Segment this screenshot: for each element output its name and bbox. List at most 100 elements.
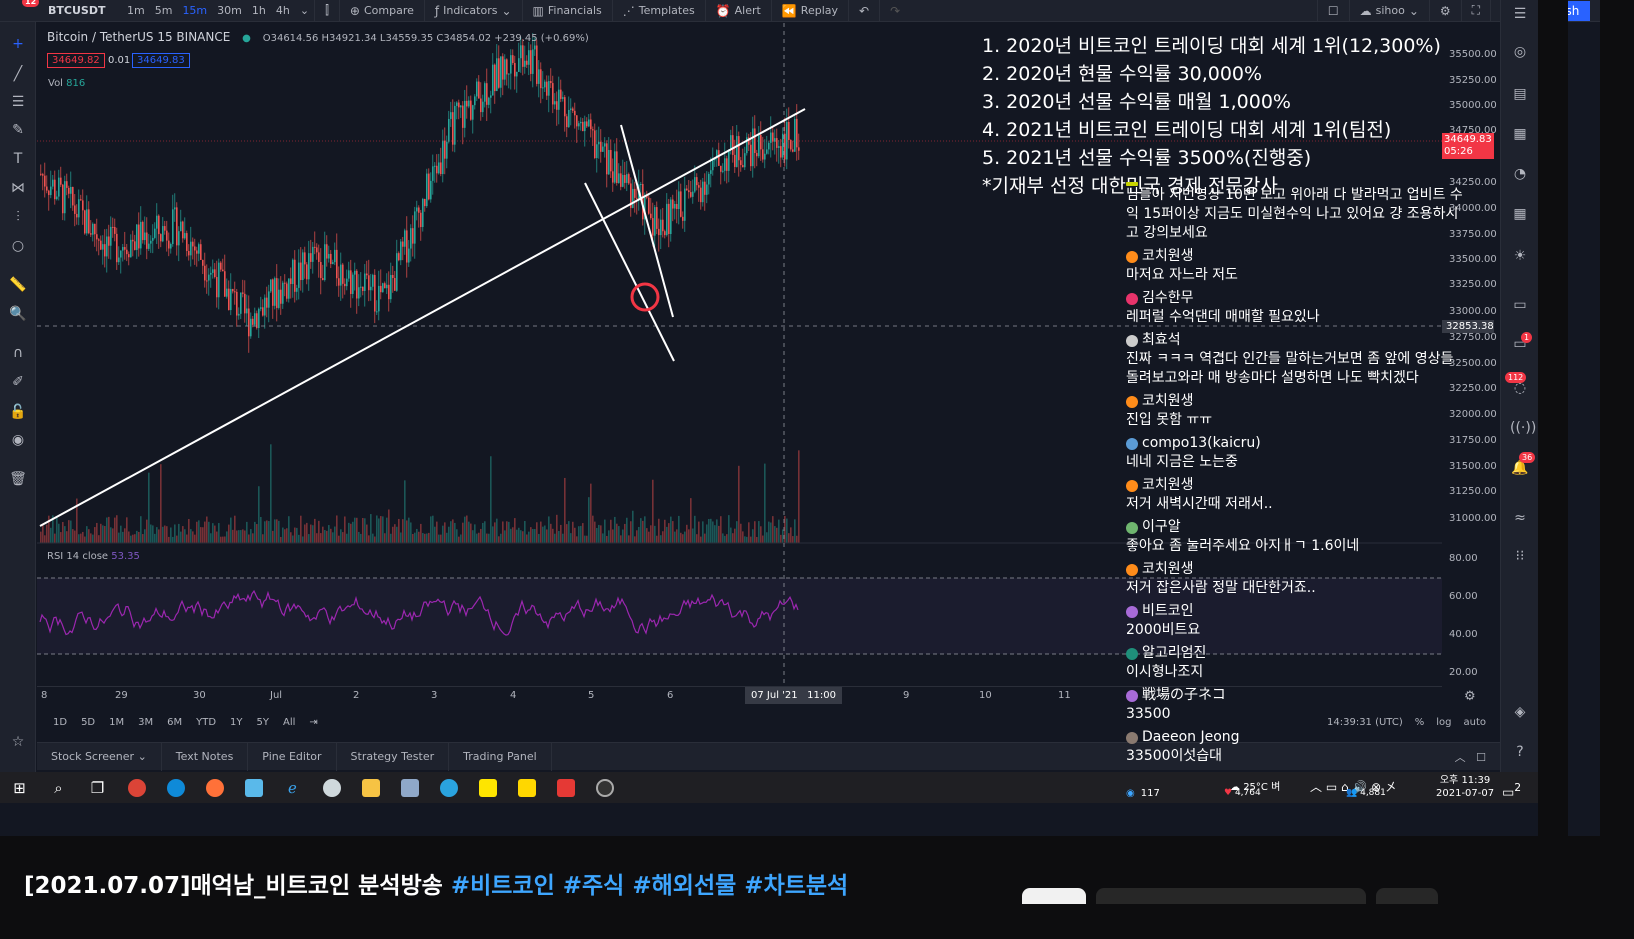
- chat-icon[interactable]: ▭: [1510, 295, 1530, 315]
- hashtag-link[interactable]: #해외선물: [632, 873, 736, 899]
- text-icon[interactable]: T: [8, 149, 28, 169]
- trend-line-icon[interactable]: ╱: [8, 64, 28, 84]
- search-icon[interactable]: ⌕: [39, 772, 78, 803]
- order-panel-icon[interactable]: ≈: [1510, 508, 1530, 528]
- firefox-icon[interactable]: [195, 772, 234, 803]
- range-1m[interactable]: 1M: [109, 717, 124, 728]
- chat-author[interactable]: 이구알: [1126, 518, 1466, 537]
- tab-stock-screener[interactable]: Stock Screener ⌄: [37, 742, 162, 771]
- magnet-icon[interactable]: ∩: [8, 343, 28, 363]
- data-window-icon[interactable]: ▤: [1510, 84, 1530, 104]
- calendar-clock-icon[interactable]: ◔: [1510, 164, 1530, 184]
- prediction-icon[interactable]: ⫶: [8, 207, 28, 227]
- timeframe-1h[interactable]: 1h: [247, 4, 271, 17]
- indicators-button[interactable]: ƒ Indicators ⌄: [423, 0, 522, 22]
- range-6m[interactable]: 6M: [167, 717, 182, 728]
- chat-author[interactable]: 戦場の子ネコ: [1126, 686, 1466, 705]
- eye-icon[interactable]: ◉: [8, 430, 28, 450]
- goto-date-icon[interactable]: ⇥: [309, 717, 317, 728]
- sell-price[interactable]: 34649.82: [47, 53, 105, 68]
- fullscreen-button[interactable]: ⛶: [1460, 0, 1490, 22]
- hashtag-link[interactable]: #차트분석: [744, 873, 848, 899]
- redo-button[interactable]: ↷: [879, 0, 910, 22]
- chat-author[interactable]: compo13(kaicru): [1126, 434, 1466, 453]
- chip-button[interactable]: [1022, 888, 1086, 904]
- alert-button[interactable]: ⏰ Alert: [704, 0, 771, 22]
- help-icon[interactable]: ?: [1510, 742, 1530, 762]
- shapes-icon[interactable]: ○: [8, 236, 28, 256]
- zoom-icon[interactable]: 🔍: [8, 304, 28, 324]
- watchlist-icon[interactable]: ◎: [1510, 42, 1530, 62]
- timeframe-5m[interactable]: 5m: [150, 4, 178, 17]
- replay-button[interactable]: ⏪ Replay: [770, 0, 848, 22]
- obs-icon[interactable]: [585, 772, 624, 803]
- chat-author[interactable]: Daeeon Jeong: [1126, 728, 1466, 747]
- symbol-search[interactable]: 12 BTCUSDT: [0, 0, 105, 22]
- internet-explorer-icon[interactable]: ℯ: [273, 772, 312, 803]
- file-explorer-icon[interactable]: [351, 772, 390, 803]
- chrome-icon[interactable]: [117, 772, 156, 803]
- menu-icon[interactable]: ☰: [1510, 4, 1530, 24]
- hashtag-link[interactable]: #주식: [563, 873, 625, 899]
- stay-drawing-icon[interactable]: ✐: [8, 372, 28, 392]
- timeframe-4h[interactable]: 4h: [271, 4, 295, 17]
- range-5d[interactable]: 5D: [81, 717, 95, 728]
- financials-button[interactable]: ▥ Financials: [521, 0, 612, 22]
- app-red-icon[interactable]: [546, 772, 585, 803]
- app-bird-icon[interactable]: [234, 772, 273, 803]
- chip-button[interactable]: [1376, 888, 1438, 904]
- favorites-star-icon[interactable]: ☆: [8, 732, 28, 752]
- layers-icon[interactable]: ◈: [1510, 702, 1530, 722]
- task-view-icon[interactable]: ❐: [78, 772, 117, 803]
- chat-author[interactable]: 최효석: [1126, 331, 1466, 350]
- edge-icon[interactable]: [156, 772, 195, 803]
- calendar-icon[interactable]: ▦: [1510, 204, 1530, 224]
- timeframe-15m[interactable]: 15m: [177, 4, 212, 17]
- range-all[interactable]: All: [283, 717, 295, 728]
- layout-name-button[interactable]: ☁ sihoo ⌄: [1348, 0, 1429, 22]
- dom-icon[interactable]: ⁝⁝: [1510, 546, 1530, 566]
- auto-toggle[interactable]: auto: [1463, 717, 1486, 728]
- fib-icon[interactable]: ☰: [8, 92, 28, 112]
- buy-price[interactable]: 34649.83: [132, 53, 190, 68]
- ideas-bulb-icon[interactable]: ☀: [1510, 246, 1530, 266]
- tab-text-notes[interactable]: Text Notes: [162, 742, 249, 771]
- tab-strategy-tester[interactable]: Strategy Tester: [337, 742, 450, 771]
- drawn-circle-marker[interactable]: [630, 282, 660, 312]
- layout-button[interactable]: ☐: [1316, 0, 1349, 22]
- hotlists-icon[interactable]: ▦: [1510, 124, 1530, 144]
- chat-author[interactable]: 코치원생: [1126, 476, 1466, 495]
- drawn-channel-line-upper[interactable]: [620, 124, 674, 318]
- chat-author[interactable]: 코치원생: [1126, 247, 1466, 266]
- range-5y[interactable]: 5Y: [257, 717, 269, 728]
- templates-button[interactable]: ⋰ Templates: [611, 0, 705, 22]
- undo-button[interactable]: ↶: [848, 0, 879, 22]
- chat-author[interactable]: 코치원생: [1126, 560, 1466, 579]
- tab-pine-editor[interactable]: Pine Editor: [248, 742, 337, 771]
- range-1y[interactable]: 1Y: [230, 717, 242, 728]
- telegram-icon[interactable]: [429, 772, 468, 803]
- chat-author[interactable]: 코치원생: [1126, 392, 1466, 411]
- drawn-trend-line[interactable]: [39, 108, 806, 527]
- chip-button[interactable]: [1096, 888, 1366, 904]
- kakaotalk-icon[interactable]: [468, 772, 507, 803]
- hashtag-link[interactable]: #비트코인: [451, 873, 555, 899]
- range-ytd[interactable]: YTD: [196, 717, 216, 728]
- settings-button[interactable]: ⚙: [1428, 0, 1461, 22]
- start-windows-icon[interactable]: ⊞: [0, 772, 39, 803]
- chat-author[interactable]: 비트코인: [1126, 602, 1466, 621]
- app-cloud-icon[interactable]: [312, 772, 351, 803]
- trash-icon[interactable]: 🗑: [8, 469, 28, 489]
- compare-button[interactable]: ⊕ Compare: [338, 0, 424, 22]
- ruler-icon[interactable]: 📏: [8, 275, 28, 295]
- notification-center-icon[interactable]: ▭2: [1502, 772, 1521, 803]
- crosshair-icon[interactable]: +: [8, 34, 28, 54]
- calculator-icon[interactable]: [390, 772, 429, 803]
- broadcast-icon[interactable]: ((·)): [1510, 418, 1536, 438]
- sticky-notes-icon[interactable]: [507, 772, 546, 803]
- tab-trading-panel[interactable]: Trading Panel: [449, 742, 552, 771]
- range-1d[interactable]: 1D: [53, 717, 67, 728]
- timeframe-dropdown-icon[interactable]: ⌄: [295, 4, 314, 17]
- timeframe-30m[interactable]: 30m: [212, 4, 247, 17]
- chat-author[interactable]: 알고리엄진: [1126, 644, 1466, 663]
